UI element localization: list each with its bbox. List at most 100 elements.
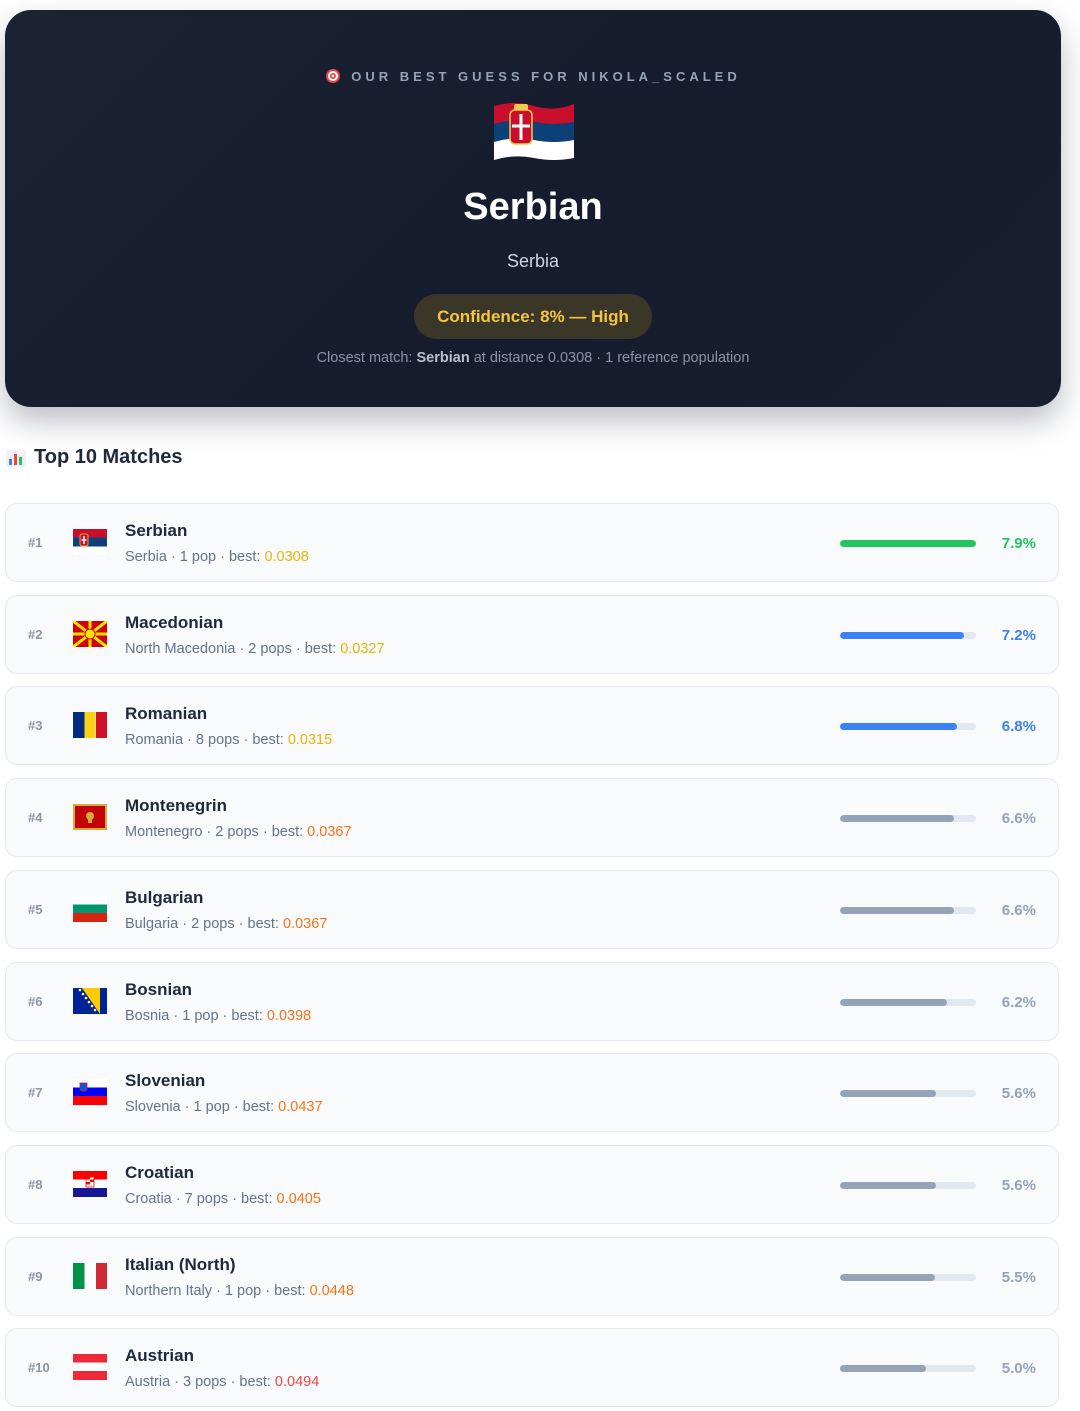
serbia-flag-icon [494,103,574,160]
match-meta: Montenegro · 2 pops · best: 0.0367 [125,824,352,840]
match-row[interactable]: #9 Italian (North) Northern Italy · 1 pop … [5,1236,1059,1316]
match-meta: North Macedonia · 2 pops · best: 0.0327 [125,641,385,657]
match-meta-text: North Macedonia · 2 pops · best: [125,640,337,657]
match-bar-track [840,998,976,1006]
match-rank: #1 [28,535,43,550]
match-meta: Bulgaria · 2 pops · best: 0.0367 [125,916,327,932]
match-meta-text: Montenegro · 2 pops · best: [125,824,304,841]
match-percent: 7.9% [1001,535,1036,552]
match-best-distance: 0.0494 [274,1374,320,1391]
match-bar-fill [840,540,976,547]
serbia-flag-icon [73,529,107,555]
match-rank: #5 [28,901,43,917]
match-row[interactable]: #2 Macedonian North Macedonia · 2 pops · b… [5,594,1059,674]
match-percent: 5.5% [1001,1268,1036,1286]
match-name: Bulgarian [125,887,204,907]
best-guess-title: Serbian [463,186,603,228]
match-rank: #6 [28,993,43,1009]
best-guess-label: OUR BEST GUESS FOR NIKOLA_SCALED [351,68,741,84]
top-matches-heading: Top 10 Matches [5,446,183,469]
match-name: Romanian [125,704,208,724]
montenegro-flag-icon [73,804,107,831]
north-macedonia-flag-icon [73,620,107,647]
match-name: Italian (North) [125,1254,236,1274]
match-bar-track [840,906,976,914]
match-bar-track [840,815,976,823]
match-best-distance: 0.0398 [266,1007,312,1024]
match-rank: #4 [28,810,43,826]
match-meta: Northern Italy · 1 pop · best: 0.0448 [125,1283,354,1299]
match-name: Croatian [125,1162,194,1182]
match-meta: Romania · 8 pops · best: 0.0315 [125,732,332,748]
match-percent: 7.2% [1001,626,1036,644]
match-bar-track [840,1273,976,1281]
match-best-distance: 0.0315 [287,732,333,749]
match-name: Bosnian [125,979,193,999]
slovenia-flag-icon [73,1079,107,1106]
match-row[interactable]: #7 Slovenian Slovenia · 1 pop · best: 0.04… [5,1053,1059,1133]
bulgaria-flag-icon [73,895,107,922]
match-meta-text: Bulgaria · 2 pops · best: [125,915,279,932]
match-percent: 6.8% [1001,718,1036,736]
match-best-distance: 0.0437 [278,1099,323,1116]
match-row[interactable]: #1 Serbian Serbia · 1 pop · best: 0.0308 7.… [5,503,1059,582]
match-percent: 6.6% [1001,810,1036,828]
best-guess-country: Serbia [506,251,560,271]
match-meta-text: Slovenia · 1 pop · best: [125,1099,275,1116]
romania-flag-icon [73,712,107,739]
match-row[interactable]: #3 Romanian Romania · 8 pops · best: 0.031… [5,686,1059,766]
top-matches-title: Top 10 Matches [34,446,183,468]
match-percent: 5.0% [1001,1360,1036,1378]
match-bar-track [840,1365,976,1373]
match-row[interactable]: #10 Austrian Austria · 3 pops · best: 0.04… [5,1328,1059,1408]
match-row[interactable]: #6 Bosnian Bosnia · 1 pop · best: 0.0398 6.… [5,961,1059,1041]
match-name: Serbian [125,521,188,540]
best-guess-card: OUR BEST GUESS FOR NIKOLA_SCALED Serbian… [5,10,1061,407]
match-meta: Croatia · 7 pops · best: 0.0405 [125,1191,321,1207]
italy-flag-icon [73,1262,107,1289]
match-bar-track [840,1181,976,1189]
match-meta: Bosnia · 1 pop · best: 0.0398 [125,1008,311,1024]
match-meta-text: Serbia · 1 pop · best: [125,549,261,565]
closest-match-text: Closest match: Serbian at distance 0.030… [5,350,1061,366]
match-bar-track [840,723,976,731]
match-percent: 6.2% [1001,993,1036,1011]
best-guess-label-row: OUR BEST GUESS FOR NIKOLA_SCALED [5,68,1061,84]
closest-name: Serbian [416,350,470,366]
match-rank: #3 [28,718,43,734]
match-name: Macedonian [125,612,224,632]
match-best-distance: 0.0448 [309,1282,354,1299]
closest-suffix: at distance 0.0308 · 1 reference populat… [473,350,750,366]
match-meta-text: Romania · 8 pops · best: [125,732,284,749]
match-meta: Slovenia · 1 pop · best: 0.0437 [125,1099,323,1115]
match-bar-fill [840,906,954,914]
match-name: Slovenian [125,1071,206,1091]
match-row[interactable]: #4 Montenegrin Montenegro · 2 pops · best:… [5,778,1059,858]
match-bar-fill [840,1365,927,1373]
match-bar-fill [840,723,958,731]
match-rank: #9 [28,1268,43,1284]
austria-flag-icon [73,1354,107,1381]
match-rank: #2 [28,626,43,642]
match-row[interactable]: #5 Bulgarian Bulgaria · 2 pops · best: 0.0… [5,869,1059,949]
match-meta-text: Austria · 3 pops · best: [125,1374,271,1391]
match-bar-fill [840,1090,937,1098]
match-bar-fill [840,815,954,823]
match-bar-fill [840,998,947,1006]
match-row[interactable]: #8 Croatian Croatia · 7 pops · best: 0.040… [5,1144,1059,1224]
match-rank: #8 [28,1176,43,1192]
match-percent: 5.6% [1001,1085,1036,1103]
match-bar-fill [840,1273,935,1281]
match-bar-fill [840,1181,937,1189]
match-best-distance: 0.0367 [282,915,328,932]
match-rank: #10 [28,1360,50,1376]
match-meta: Serbia · 1 pop · best: 0.0308 [125,549,309,565]
confidence-badge: Confidence: 8% — High [414,294,652,339]
match-meta-text: Northern Italy · 1 pop · best: [125,1282,306,1299]
bar-chart-icon [6,449,26,467]
match-bar-track [840,631,976,639]
match-bar-fill [840,631,964,639]
match-best-distance: 0.0405 [276,1190,321,1207]
match-best-distance: 0.0367 [307,824,352,841]
match-meta-text: Bosnia · 1 pop · best: [125,1007,263,1024]
